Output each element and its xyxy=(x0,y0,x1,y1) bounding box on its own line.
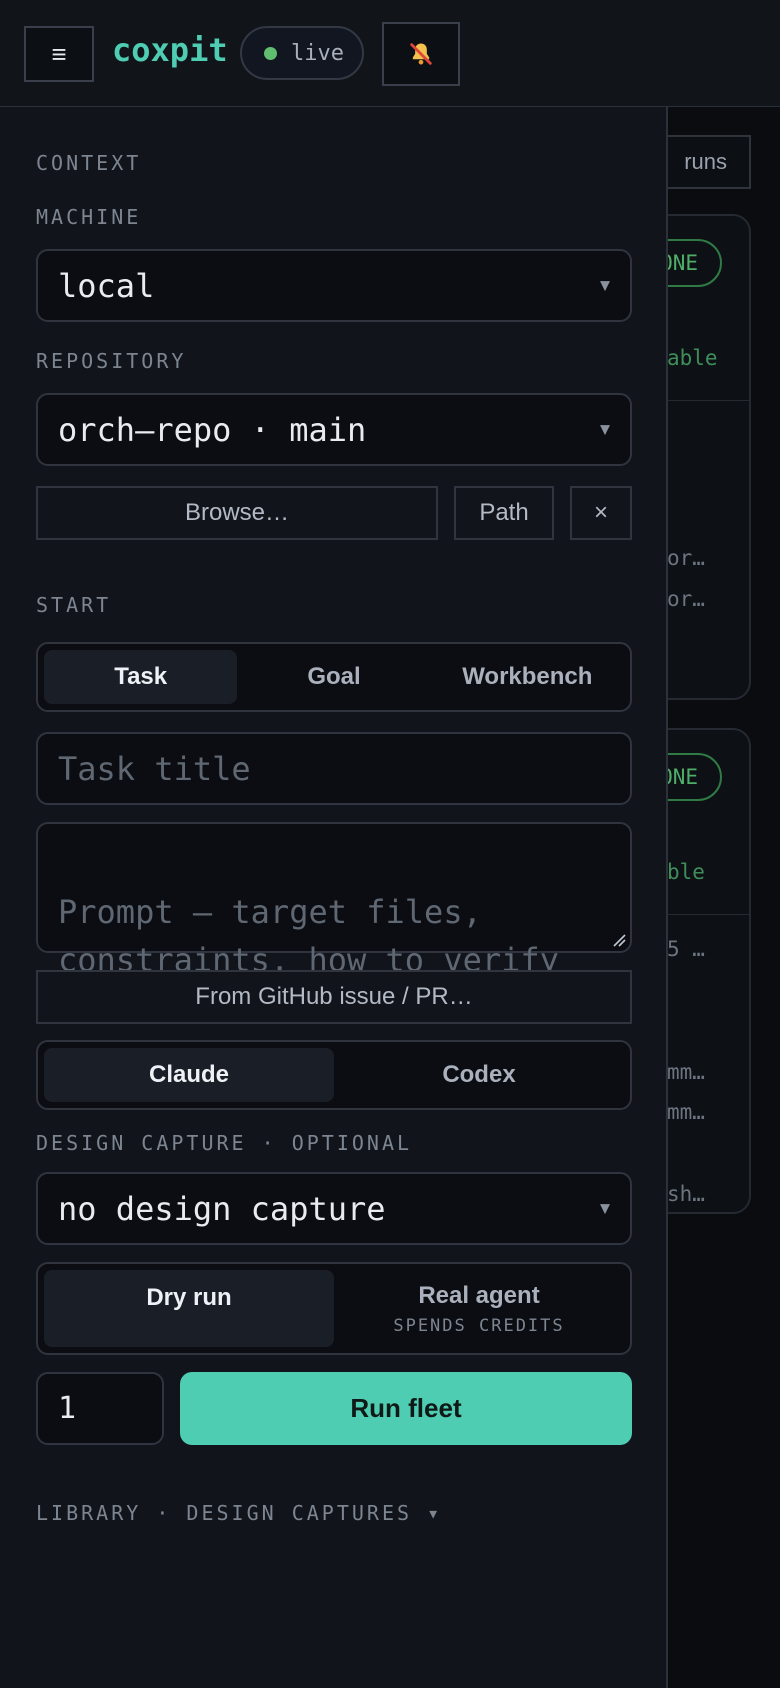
agent-claude[interactable]: Claude xyxy=(44,1048,334,1102)
repository-select[interactable]: orch–repo · main ▼ xyxy=(36,393,632,466)
run-fleet-button[interactable]: Run fleet xyxy=(180,1372,632,1445)
browse-button[interactable]: Browse… xyxy=(36,486,438,540)
task-title-placeholder: Task title xyxy=(58,749,251,788)
card-line: or… xyxy=(667,546,705,570)
card-line: 5 … xyxy=(667,937,705,961)
repository-label: REPOSITORY xyxy=(36,349,187,373)
agent-codex-label: Codex xyxy=(442,1061,516,1088)
agent-claude-label: Claude xyxy=(148,1061,229,1088)
library-toggle[interactable]: LIBRARY · DESIGN CAPTURES ▾ xyxy=(36,1501,442,1525)
live-status-badge: live xyxy=(240,26,364,80)
chevron-down-icon: ▼ xyxy=(600,1201,610,1216)
path-label: Path xyxy=(479,499,529,526)
repository-value: orch–repo · main xyxy=(58,410,367,449)
side-drawer: CONTEXT MACHINE local ▼ REPOSITORY orch–… xyxy=(0,107,668,1688)
notifications-button[interactable] xyxy=(382,22,460,86)
card-line: able xyxy=(667,346,718,370)
run-fleet-label: Run fleet xyxy=(350,1393,462,1423)
runs-label: runs xyxy=(684,149,727,174)
context-section-label: CONTEXT xyxy=(36,151,142,175)
tab-task-label: Task xyxy=(114,663,168,690)
mode-real-agent[interactable]: Real agent SPENDS CREDITS xyxy=(334,1270,624,1347)
machine-label: MACHINE xyxy=(36,205,142,229)
live-status-text: live xyxy=(291,40,344,66)
mode-dry-run-label: Dry run xyxy=(146,1284,232,1311)
tab-workbench[interactable]: Workbench xyxy=(431,650,624,704)
start-section-label: START xyxy=(36,593,112,617)
github-issue-button[interactable]: From GitHub issue / PR… xyxy=(36,970,632,1024)
tab-goal-label: Goal xyxy=(307,663,361,690)
brand-logo: coxpit xyxy=(112,31,228,69)
card-line: mm… xyxy=(667,1060,705,1084)
chevron-down-icon: ▼ xyxy=(600,278,610,293)
menu-icon: ≡ xyxy=(51,38,67,69)
card-line: or… xyxy=(667,587,705,611)
machine-select[interactable]: local ▼ xyxy=(36,249,632,322)
resize-handle-icon[interactable] xyxy=(612,933,626,947)
agent-selector: Claude Codex xyxy=(36,1040,632,1110)
mode-dry-run[interactable]: Dry run xyxy=(44,1270,334,1347)
github-issue-label: From GitHub issue / PR… xyxy=(195,983,473,1010)
card-line: mm… xyxy=(667,1100,705,1124)
tab-goal[interactable]: Goal xyxy=(237,650,430,704)
card-line: sh… xyxy=(667,1182,705,1206)
machine-value: local xyxy=(58,266,155,305)
agent-codex[interactable]: Codex xyxy=(334,1048,624,1102)
design-capture-label: DESIGN CAPTURE · OPTIONAL xyxy=(36,1131,413,1155)
clear-repository-button[interactable]: × xyxy=(570,486,632,540)
bell-muted-icon xyxy=(410,43,432,65)
credits-warning: SPENDS CREDITS xyxy=(393,1315,565,1336)
fleet-quantity-input[interactable]: 1 xyxy=(36,1372,164,1445)
card-line: ble xyxy=(667,860,705,884)
prompt-textarea[interactable]: Prompt — target files, constraints, how … xyxy=(36,822,632,979)
chevron-down-icon: ▼ xyxy=(600,422,610,437)
tab-task[interactable]: Task xyxy=(44,650,238,704)
prompt-placeholder: Prompt — target files, constraints, how … xyxy=(58,893,559,979)
task-title-input[interactable]: Task title xyxy=(36,732,632,805)
menu-button[interactable]: ≡ xyxy=(24,26,94,82)
tab-workbench-label: Workbench xyxy=(462,663,593,690)
run-mode-selector: Dry run Real agent SPENDS CREDITS xyxy=(36,1262,632,1355)
mode-real-agent-label: Real agent xyxy=(418,1281,540,1309)
path-button[interactable]: Path xyxy=(454,486,554,540)
browse-label: Browse… xyxy=(184,499,290,526)
close-icon: × xyxy=(593,499,608,526)
design-capture-select[interactable]: no design capture ▼ xyxy=(36,1172,632,1245)
top-bar: ≡ coxpit live xyxy=(0,0,780,107)
fleet-quantity-value: 1 xyxy=(58,1391,77,1426)
design-capture-value: no design capture xyxy=(58,1189,386,1228)
start-mode-tabs: Task Goal Workbench xyxy=(36,642,632,712)
live-dot-icon xyxy=(264,46,277,60)
